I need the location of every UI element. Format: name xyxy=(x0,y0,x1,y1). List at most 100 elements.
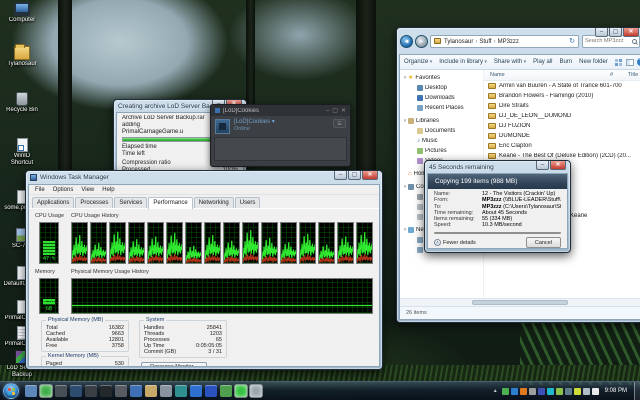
taskbar-app-8-icon[interactable] xyxy=(130,385,142,397)
chat-titlebar[interactable]: [LoD]Cookies – ▢ ✕ xyxy=(211,105,350,116)
breadcrumb-segment-mp3zzz[interactable]: MP3zzz xyxy=(498,39,519,45)
hidden-icons-chevron[interactable]: ▲ xyxy=(493,388,498,394)
desktop-icon-winid-shortcut[interactable]: WinID Shortcut xyxy=(2,138,42,166)
taskbar-app-11-icon[interactable] xyxy=(175,385,187,397)
menu-file[interactable]: File xyxy=(31,187,49,193)
resource-monitor-button[interactable]: Resource Monitor... xyxy=(141,362,207,366)
tray-2-icon[interactable] xyxy=(511,388,518,395)
toolbar-new-folder[interactable]: New folder xyxy=(579,59,608,65)
tray-11-icon[interactable] xyxy=(592,388,599,395)
column-header-title[interactable]: Title xyxy=(628,72,638,78)
desktop-icon-computer[interactable]: Computer xyxy=(2,2,42,24)
taskbar-app-6-icon[interactable] xyxy=(100,385,112,397)
close-button[interactable]: ✕ xyxy=(623,28,639,37)
preview-pane-icon[interactable] xyxy=(626,59,634,66)
back-button[interactable]: ◄ xyxy=(400,35,413,48)
sidebar-item-music[interactable]: ♪Music xyxy=(400,136,483,146)
minimize-button[interactable]: – xyxy=(326,107,329,115)
taskbar-app-3-icon[interactable] xyxy=(55,385,67,397)
toolbar-play-all[interactable]: Play all xyxy=(533,59,552,65)
menu-options[interactable]: Options xyxy=(49,187,78,193)
taskbar-app-14-icon[interactable] xyxy=(220,385,232,397)
tab-applications[interactable]: Applications xyxy=(32,197,74,208)
sidebar-item-documents[interactable]: Documents xyxy=(400,126,483,136)
breadcrumb-segment-stuff[interactable]: Stuff xyxy=(479,39,491,45)
refresh-icon[interactable]: ↻ xyxy=(569,37,575,45)
taskbar-app-12-icon[interactable] xyxy=(190,385,202,397)
file-row[interactable]: DJ_DE_LEON__DUMOND xyxy=(484,111,640,121)
sidebar-item-pictures[interactable]: Pictures xyxy=(400,146,483,156)
close-button[interactable]: ✕ xyxy=(341,107,346,115)
desktop-icon-recycle-bin[interactable]: Recycle Bin xyxy=(2,92,42,114)
show-desktop-button[interactable] xyxy=(634,382,640,400)
forward-button[interactable]: ► xyxy=(415,35,428,48)
taskbar-explorer-folder-icon[interactable] xyxy=(145,385,157,397)
search-input[interactable] xyxy=(585,38,631,44)
maximize-button[interactable]: ▢ xyxy=(332,107,338,115)
toolbar-organize[interactable]: Organize ▾ xyxy=(404,59,432,65)
close-button[interactable]: ✕ xyxy=(362,171,378,180)
chat-message-area[interactable] xyxy=(214,137,347,161)
tray-9-icon[interactable] xyxy=(574,388,581,395)
maximize-button[interactable]: ▢ xyxy=(348,171,361,180)
taskbar-app-7-icon[interactable] xyxy=(115,385,127,397)
minimize-button[interactable]: – xyxy=(536,161,549,170)
sidebar-item-recent-places[interactable]: Recent Places xyxy=(400,103,483,113)
tray-7-icon[interactable] xyxy=(556,388,563,395)
close-button[interactable]: ✕ xyxy=(550,161,566,170)
maximize-button[interactable]: ▢ xyxy=(609,28,622,37)
views-icon[interactable] xyxy=(615,59,623,66)
taskbar-taskman-window-icon[interactable] xyxy=(250,385,262,397)
menu-view[interactable]: View xyxy=(77,187,98,193)
taskbar-steam-icon[interactable] xyxy=(40,385,52,397)
explorer-titlebar[interactable]: ◄ ► Tylanosaur›Stuff›MP3zzz ↻ – ▢ ✕ xyxy=(397,28,640,54)
scrollbar-thumb[interactable] xyxy=(472,300,568,305)
tray-4-icon[interactable] xyxy=(529,388,536,395)
file-row[interactable]: Eric Clapton xyxy=(484,141,640,151)
minimize-button[interactable]: – xyxy=(595,28,608,37)
column-header-[interactable]: # xyxy=(610,72,613,78)
sidebar-item-favorites[interactable]: ▾★Favorites xyxy=(400,73,483,83)
tab-services[interactable]: Services xyxy=(114,197,147,208)
column-header-name[interactable]: Name xyxy=(490,72,505,78)
copy-titlebar[interactable]: 45 Seconds remaining – ✕ xyxy=(425,161,570,173)
sidebar-item-desktop[interactable]: Desktop xyxy=(400,83,483,93)
sidebar-item-libraries[interactable]: ▾Libraries xyxy=(400,116,483,126)
tray-10-icon[interactable] xyxy=(583,388,590,395)
tab-processes[interactable]: Processes xyxy=(75,197,113,208)
tab-networking[interactable]: Networking xyxy=(194,197,234,208)
tray-5-icon[interactable] xyxy=(538,388,545,395)
tab-performance[interactable]: Performance xyxy=(148,197,192,209)
chat-contact-name[interactable]: [LoD]Cookies ▾ xyxy=(234,119,275,126)
tab-users[interactable]: Users xyxy=(235,197,261,208)
toolbar-burn[interactable]: Burn xyxy=(559,59,572,65)
minimize-button[interactable]: – xyxy=(334,171,347,180)
taskbar-internet-explorer-icon[interactable] xyxy=(25,385,37,397)
horizontal-scrollbar[interactable] xyxy=(400,298,640,306)
start-button[interactable] xyxy=(3,383,19,399)
taskman-titlebar[interactable]: Windows Task Manager – ▢ ✕ xyxy=(26,171,382,184)
chat-options-button[interactable]: ☰ xyxy=(333,119,346,128)
tray-6-icon[interactable] xyxy=(547,388,554,395)
taskbar-app-5-icon[interactable] xyxy=(85,385,97,397)
file-row[interactable]: Dire Straits xyxy=(484,101,640,111)
desktop-icon-user-folder[interactable]: Tylanosaur xyxy=(2,46,42,68)
file-row[interactable]: DUMONDE xyxy=(484,131,640,141)
fewer-details-link[interactable]: ˄ Fewer details xyxy=(434,239,476,246)
tray-3-icon[interactable] xyxy=(520,388,527,395)
taskbar-app-10-icon[interactable] xyxy=(160,385,172,397)
breadcrumb-segment-tylanosaur[interactable]: Tylanosaur xyxy=(444,39,473,45)
file-row[interactable]: Brandon Flowers - Flamingo (2010) xyxy=(484,91,640,101)
address-bar[interactable]: Tylanosaur›Stuff›MP3zzz ↻ xyxy=(430,35,579,48)
tray-1-icon[interactable] xyxy=(502,388,509,395)
toolbar-share-with[interactable]: Share with ▾ xyxy=(494,59,526,65)
file-row[interactable]: DJ FUZION xyxy=(484,121,640,131)
taskbar-app-13-icon[interactable] xyxy=(205,385,217,397)
menu-help[interactable]: Help xyxy=(98,187,118,193)
file-row[interactable]: Armin van Buuren - A State of Trance 601… xyxy=(484,81,640,91)
sidebar-item-downloads[interactable]: Downloads xyxy=(400,93,483,103)
taskbar-app-4-icon[interactable] xyxy=(70,385,82,397)
cancel-button[interactable]: Cancel xyxy=(526,237,561,248)
tray-8-icon[interactable] xyxy=(565,388,572,395)
clock[interactable]: 9:08 PM xyxy=(605,388,627,394)
